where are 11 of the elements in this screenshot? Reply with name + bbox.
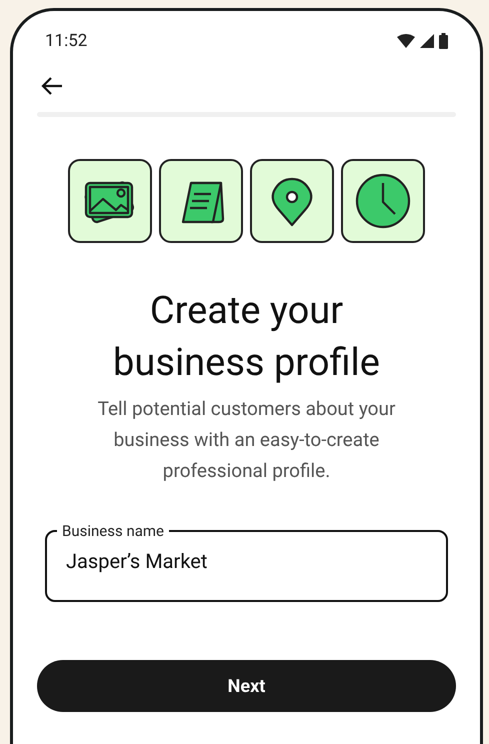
- wifi-icon: [397, 34, 415, 48]
- next-button[interactable]: Next: [37, 660, 456, 712]
- business-name-field[interactable]: Business name Jasper’s Market: [45, 522, 448, 602]
- text-input[interactable]: Jasper’s Market: [66, 548, 366, 574]
- status-time: 11:52: [45, 31, 88, 51]
- battery-icon: [439, 33, 448, 49]
- heading: Create your business profile: [112, 288, 381, 387]
- field-label: Business name: [61, 522, 165, 540]
- back-icon[interactable]: [41, 76, 63, 96]
- description: Tell potential customers about your business with an easy-to-create professional profile.: [96, 396, 396, 484]
- signal-icon: [420, 34, 434, 48]
